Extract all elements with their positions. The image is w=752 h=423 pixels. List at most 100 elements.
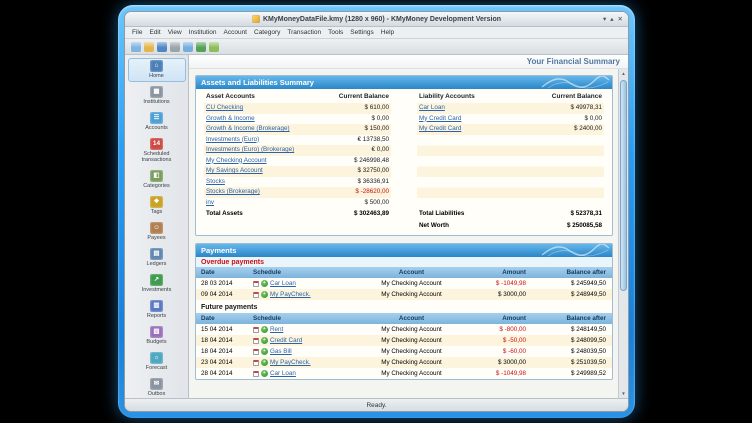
account-link[interactable]: inv bbox=[206, 198, 214, 209]
payment-account: My Checking Account bbox=[369, 280, 454, 287]
account-balance: $ 0,00 bbox=[584, 114, 602, 125]
sidebar-item[interactable]: ◧ Categories bbox=[128, 168, 186, 192]
print-icon[interactable] bbox=[170, 42, 180, 52]
schedule-calendar-icon bbox=[253, 292, 259, 298]
status-text: Ready. bbox=[366, 402, 386, 409]
account-link[interactable]: Stocks (Brokerage) bbox=[206, 187, 260, 198]
menu-item[interactable]: Settings bbox=[347, 29, 377, 36]
account-link[interactable]: Stocks bbox=[206, 177, 225, 188]
ledgers-view-icon[interactable] bbox=[196, 42, 206, 52]
enter-schedule-icon[interactable]: + bbox=[261, 370, 268, 377]
save-icon[interactable] bbox=[157, 42, 167, 52]
sidebar-item-label: Payees bbox=[147, 235, 165, 241]
home-icon: ⌂ bbox=[150, 60, 163, 72]
enter-schedule-icon[interactable]: + bbox=[261, 280, 268, 287]
schedule-link[interactable]: My PayCheck. bbox=[270, 359, 311, 366]
icon-glyph: ▧ bbox=[153, 326, 159, 338]
account-link[interactable]: CU Checking bbox=[206, 103, 243, 114]
enter-schedule-icon[interactable]: + bbox=[261, 337, 268, 344]
net-worth-value: $ 250085,58 bbox=[567, 221, 602, 232]
outbox-icon: ✉ bbox=[150, 378, 163, 390]
payment-schedule-cell: + Gas Bill bbox=[253, 348, 369, 355]
menu-item[interactable]: Tools bbox=[325, 29, 346, 36]
vertical-scrollbar[interactable]: ▲ ▼ bbox=[618, 69, 628, 398]
sidebar-item-label: Ledgers bbox=[147, 261, 167, 267]
maximize-button[interactable]: ▴ bbox=[610, 15, 613, 24]
sidebar-item[interactable]: ❖ Tags bbox=[128, 194, 186, 218]
menu-item[interactable]: Category bbox=[251, 29, 283, 36]
schedule-link[interactable]: Car Loan bbox=[270, 280, 296, 287]
asset-accounts-table: Asset Accounts Current Balance CU Checki… bbox=[204, 91, 391, 231]
asset-row: inv $ 500,00 bbox=[204, 198, 391, 209]
account-link[interactable]: Investments (Euro) bbox=[206, 135, 259, 146]
enter-schedule-icon[interactable]: + bbox=[261, 348, 268, 355]
schedule-link[interactable]: My PayCheck. bbox=[270, 291, 311, 298]
account-link[interactable]: My Credit Card bbox=[419, 124, 461, 135]
sidebar-item[interactable]: ☺ Payees bbox=[128, 220, 186, 244]
menu-item[interactable]: File bbox=[129, 29, 145, 36]
scrollbar-track[interactable] bbox=[619, 78, 628, 389]
liability-rows: Car Loan $ 49978,31 My Credit Card $ 0,0… bbox=[417, 103, 604, 135]
assets-liabilities-section: Assets and Liabilities Summary bbox=[195, 75, 613, 236]
total-assets-row: Total Assets $ 302463,89 bbox=[204, 209, 391, 220]
titlebar[interactable]: KMyMoneyDataFile.kmy (1280 x 960) - KMyM… bbox=[125, 12, 628, 27]
sidebar-item[interactable]: ✉ Outbox bbox=[128, 376, 186, 398]
schedule-link[interactable]: Car Loan bbox=[270, 370, 296, 377]
assets-liabilities-body: Asset Accounts Current Balance CU Checki… bbox=[196, 89, 612, 235]
liability-accounts-column-header: Liability Accounts bbox=[419, 91, 475, 103]
menu-item[interactable]: Edit bbox=[146, 29, 163, 36]
sidebar-item[interactable]: ▥ Reports bbox=[128, 298, 186, 322]
account-link[interactable]: Investments (Euro) (Brokerage) bbox=[206, 145, 294, 156]
scrollbar-thumb[interactable] bbox=[620, 80, 627, 291]
sidebar-item[interactable]: ⌂ Home bbox=[128, 58, 186, 82]
home-view-icon[interactable] bbox=[183, 42, 193, 52]
payment-amount: $ -1049,98 bbox=[454, 280, 526, 287]
sidebar-item[interactable]: ▧ Budgets bbox=[128, 324, 186, 348]
account-link[interactable]: My Credit Card bbox=[419, 114, 461, 125]
payment-date: 23 04 2014 bbox=[201, 359, 253, 366]
enter-schedule-icon[interactable]: + bbox=[261, 359, 268, 366]
payment-account: My Checking Account bbox=[369, 326, 454, 333]
scroll-up-button[interactable]: ▲ bbox=[619, 69, 628, 78]
asset-accounts-column-header: Asset Accounts bbox=[206, 91, 255, 103]
account-link[interactable]: Growth & Income (Brokerage) bbox=[206, 124, 290, 135]
sidebar-item[interactable]: ▤ Ledgers bbox=[128, 246, 186, 270]
menu-item[interactable]: Help bbox=[378, 29, 397, 36]
schedule-link[interactable]: Credit Card bbox=[270, 337, 302, 344]
menu-item[interactable]: Account bbox=[221, 29, 251, 36]
home-view: Your Financial Summary Assets and Liabil… bbox=[189, 55, 628, 398]
account-link[interactable]: My Savings Account bbox=[206, 166, 263, 177]
net-worth-label: Net Worth bbox=[419, 221, 449, 232]
sidebar-item[interactable]: ↗ Investments bbox=[128, 272, 186, 296]
schedule-link[interactable]: Rent bbox=[270, 326, 283, 333]
close-button[interactable]: ✕ bbox=[618, 15, 623, 24]
payment-row: 28 03 2014 + Car Loan My Checking Accoun… bbox=[196, 278, 612, 289]
payment-date: 09 04 2014 bbox=[201, 291, 253, 298]
account-link[interactable]: Growth & Income bbox=[206, 114, 255, 125]
decorative-flourish-icon bbox=[540, 76, 610, 89]
open-file-icon[interactable] bbox=[144, 42, 154, 52]
account-link[interactable]: Car Loan bbox=[419, 103, 445, 114]
account-link[interactable]: My Checking Account bbox=[206, 156, 267, 167]
menu-item[interactable]: Transaction bbox=[284, 29, 324, 36]
icon-glyph: 14 bbox=[153, 138, 160, 150]
schedule-link[interactable]: Gas Bill bbox=[270, 348, 292, 355]
total-liabilities-label: Total Liabilities bbox=[419, 209, 464, 220]
menu-item[interactable]: Institution bbox=[186, 29, 220, 36]
find-transaction-icon[interactable] bbox=[209, 42, 219, 52]
account-balance: $ 500,00 bbox=[364, 198, 389, 209]
enter-schedule-icon[interactable]: + bbox=[261, 291, 268, 298]
sidebar-item[interactable]: 14 Scheduled transactions bbox=[128, 136, 186, 166]
payment-account: My Checking Account bbox=[369, 348, 454, 355]
sidebar-item[interactable]: ▦ Institutions bbox=[128, 84, 186, 108]
menu-item[interactable]: View bbox=[165, 29, 185, 36]
minimize-button[interactable]: ▾ bbox=[603, 15, 606, 24]
account-balance: € 13738,50 bbox=[357, 135, 389, 146]
enter-schedule-icon[interactable]: + bbox=[261, 326, 268, 333]
payment-account: My Checking Account bbox=[369, 337, 454, 344]
sidebar-item[interactable]: ☰ Accounts bbox=[128, 110, 186, 134]
new-file-icon[interactable] bbox=[131, 42, 141, 52]
scroll-down-button[interactable]: ▼ bbox=[619, 389, 628, 398]
sidebar-item[interactable]: ☼ Forecast bbox=[128, 350, 186, 374]
icon-glyph: ❖ bbox=[154, 196, 160, 208]
